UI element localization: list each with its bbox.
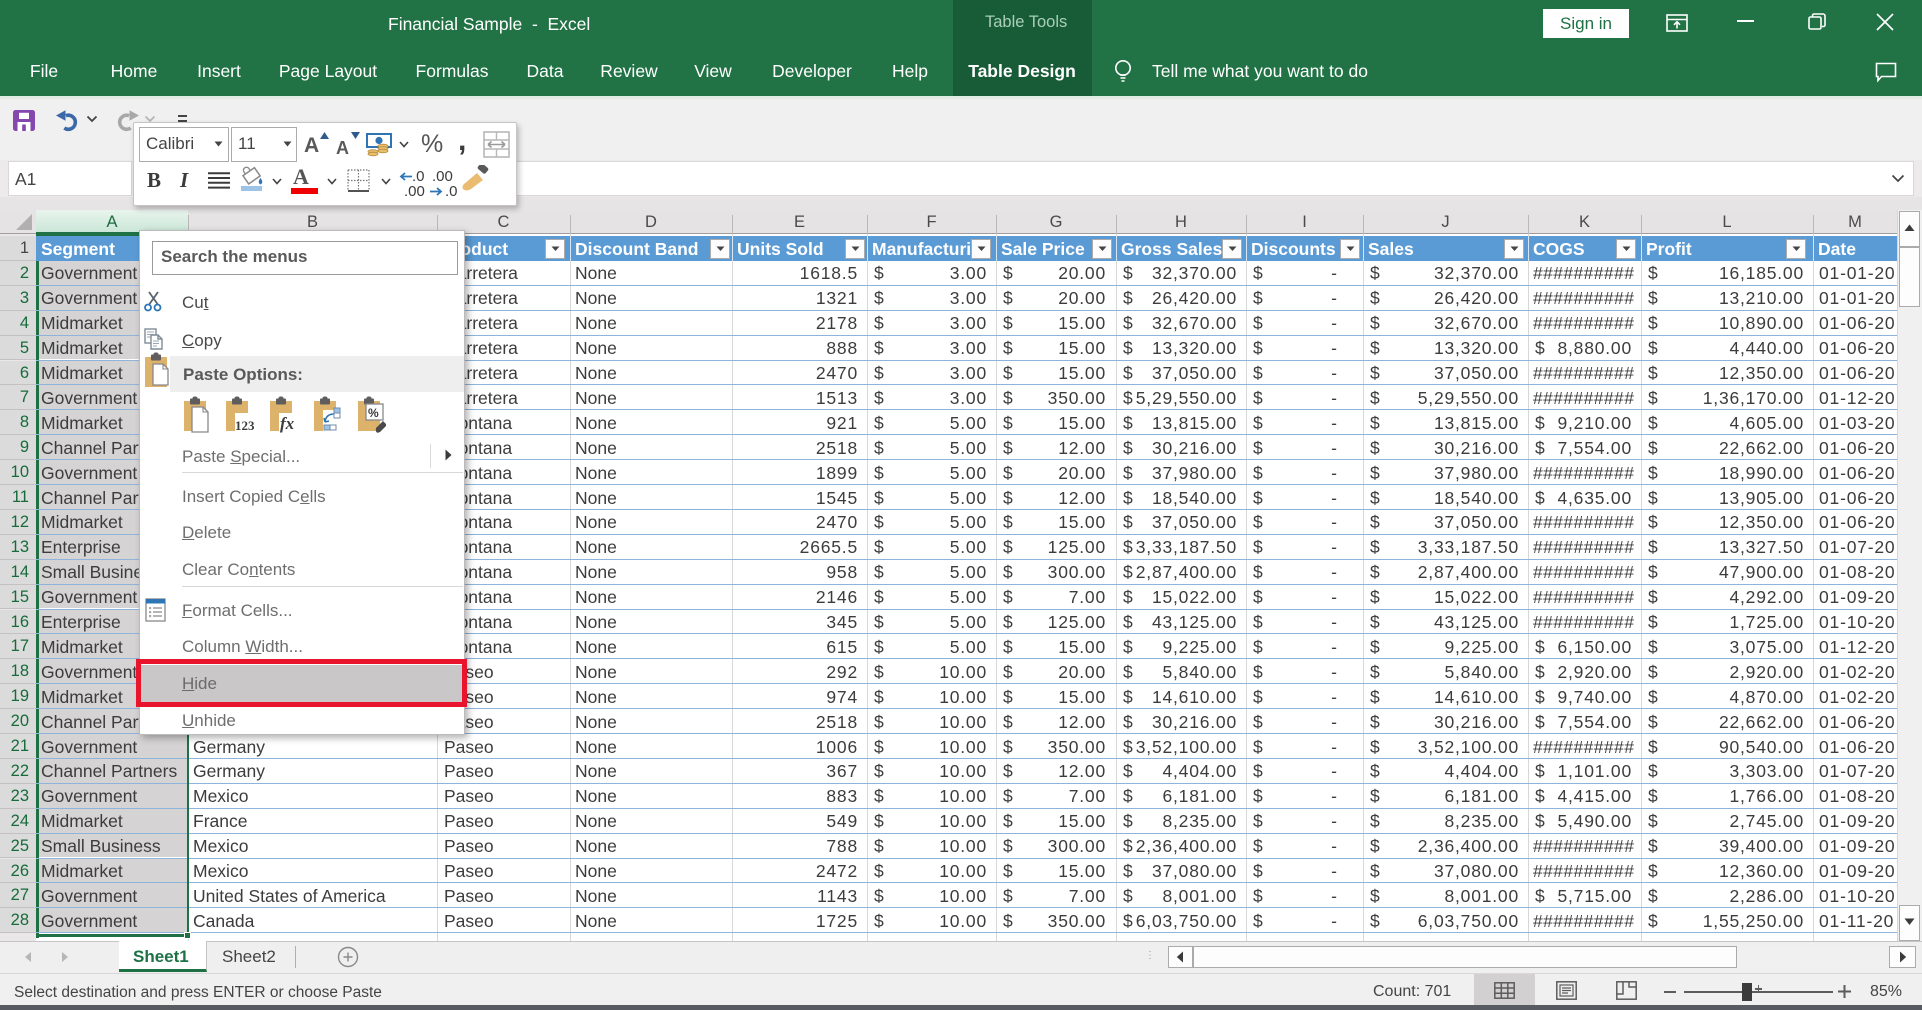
svg-text:%: % [368,406,379,420]
svg-text:123: 123 [235,418,254,433]
svg-text:fx: fx [280,414,295,433]
